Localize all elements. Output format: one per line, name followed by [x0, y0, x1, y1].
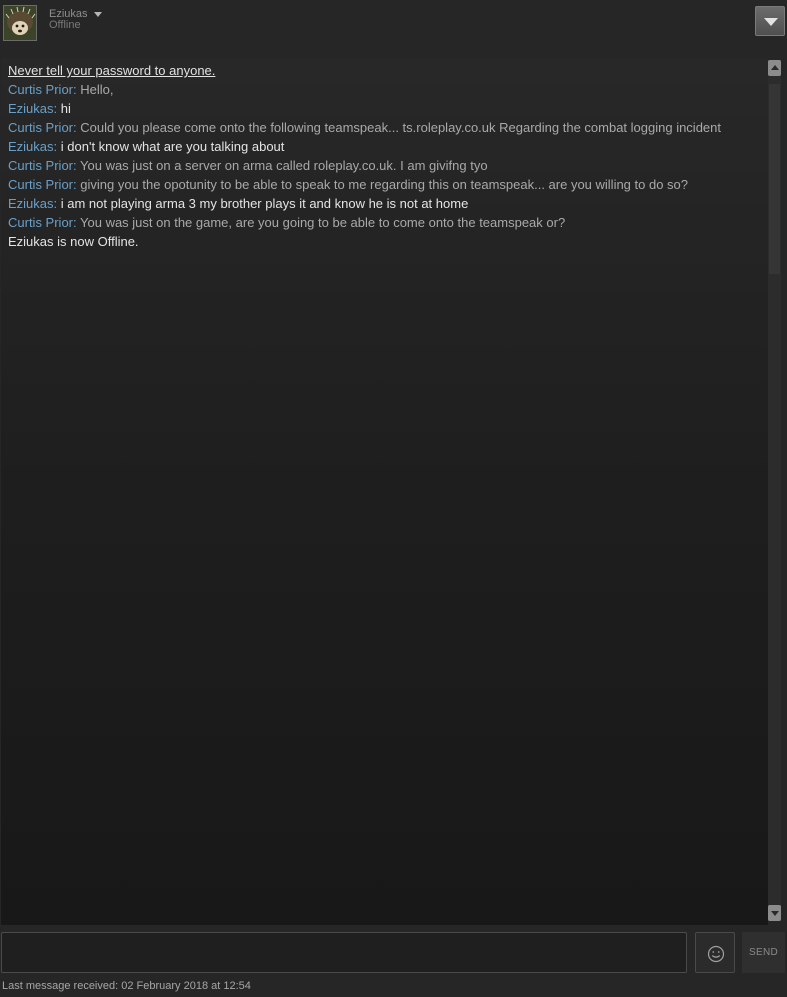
friend-status: Offline	[49, 19, 81, 31]
chat-message: Eziukas: hi	[8, 99, 762, 118]
chat-message: Curtis Prior: Could you please come onto…	[8, 118, 762, 137]
friend-avatar[interactable]	[3, 5, 37, 41]
dropdown-arrow-icon	[764, 18, 778, 26]
message-text: i don't know what are you talking about	[60, 139, 285, 154]
send-button[interactable]: SEND	[742, 932, 785, 973]
sender-separator: :	[53, 101, 61, 116]
message-sender[interactable]: Eziukas	[8, 101, 54, 116]
chat-message: Eziukas: i don't know what are you talki…	[8, 137, 762, 156]
chat-message: Eziukas: i am not playing arma 3 my brot…	[8, 194, 762, 213]
emoticon-button[interactable]	[695, 932, 735, 973]
caret-down-icon	[93, 12, 102, 17]
chat-scrollbar[interactable]	[768, 60, 781, 921]
message-sender[interactable]: Curtis Prior	[8, 82, 73, 97]
sender-separator: :	[73, 158, 81, 173]
message-text: You was just on the game, are you going …	[80, 215, 566, 230]
chat-lines: Never tell your password to anyone. Curt…	[8, 61, 762, 251]
message-sender[interactable]: Eziukas	[8, 196, 54, 211]
chat-message: Curtis Prior: giving you the opotunity t…	[8, 175, 762, 194]
sender-separator: :	[73, 215, 81, 230]
scroll-thumb[interactable]	[769, 84, 780, 274]
message-text: giving you the opotunity to be able to s…	[80, 177, 689, 192]
arrow-down-icon	[771, 911, 779, 916]
smiley-icon	[707, 945, 725, 963]
chat-message: Curtis Prior: You was just on the game, …	[8, 213, 762, 232]
message-text: hi	[60, 101, 71, 116]
sender-separator: :	[53, 196, 61, 211]
message-text: Could you please come onto the following…	[80, 120, 722, 135]
message-sender[interactable]: Curtis Prior	[8, 215, 73, 230]
system-message: Eziukas is now Offline.	[8, 234, 139, 249]
sender-separator: :	[53, 139, 61, 154]
chat-log: Never tell your password to anyone. Curt…	[1, 58, 768, 925]
security-warning: Never tell your password to anyone.	[8, 63, 216, 78]
hedgehog-avatar-icon	[4, 6, 36, 40]
message-input[interactable]	[1, 932, 687, 973]
chat-menu-button[interactable]	[755, 6, 785, 36]
message-sender[interactable]: Curtis Prior	[8, 120, 73, 135]
chat-message: Curtis Prior: Hello,	[8, 80, 762, 99]
message-sender[interactable]: Eziukas	[8, 139, 54, 154]
message-sender[interactable]: Curtis Prior	[8, 177, 73, 192]
scroll-up-button[interactable]	[768, 60, 781, 76]
security-warning-line: Never tell your password to anyone.	[8, 61, 762, 80]
message-text: i am not playing arma 3 my brother plays…	[60, 196, 469, 211]
chat-message: Curtis Prior: You was just on a server o…	[8, 156, 762, 175]
last-message-timestamp: Last message received: 02 February 2018 …	[2, 980, 251, 992]
chat-header: Eziukas Offline	[0, 0, 787, 46]
messages-container: Curtis Prior: Hello, Eziukas: hi Curtis Pr…	[8, 80, 762, 232]
message-text: You was just on a server on arma called …	[80, 158, 488, 173]
scroll-down-button[interactable]	[768, 905, 781, 921]
message-sender[interactable]: Curtis Prior	[8, 158, 73, 173]
arrow-up-icon	[771, 65, 779, 70]
scroll-track[interactable]	[768, 76, 781, 905]
system-message-line: Eziukas is now Offline.	[8, 232, 762, 251]
message-text: Hello,	[80, 82, 114, 97]
